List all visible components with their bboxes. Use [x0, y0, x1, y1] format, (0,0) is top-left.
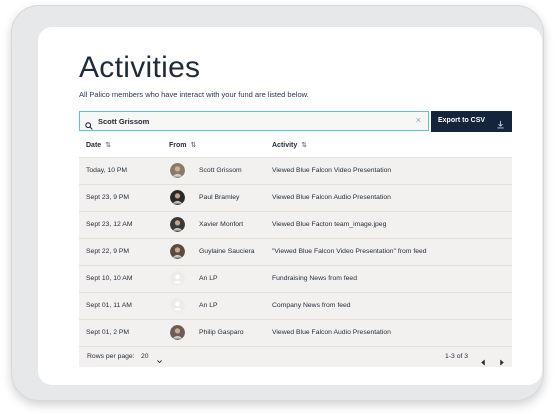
table-row[interactable]: Today, 10 PM Scott Grissom Viewed Blue Fal…: [79, 158, 512, 185]
cell-activity: Fundraising News from feed: [272, 275, 357, 282]
column-label-from: From: [169, 142, 187, 149]
cell-from: Philip Gasparo: [199, 329, 244, 336]
table-row[interactable]: Sept 22, 9 PM Guylaine Sauciera "Viewed Bl…: [79, 239, 512, 266]
cell-from: Scott Grissom: [199, 167, 242, 174]
cell-date: Sept 01, 2 PM: [86, 329, 130, 336]
table-header: Date ⇅ From ⇅ Activity ⇅: [79, 133, 512, 158]
search-input[interactable]: Scott Grissom ×: [79, 111, 429, 131]
table-row[interactable]: Sept 10, 10 AM An LP Fundraising News from…: [79, 266, 512, 293]
chevron-left-icon[interactable]: [480, 353, 486, 371]
cell-date: Sept 22, 9 PM: [86, 248, 130, 255]
table-row[interactable]: Sept 23, 9 PM Paul Bramley Viewed Blue Fal…: [79, 185, 512, 212]
avatar: [170, 217, 185, 232]
table-row[interactable]: Sept 23, 12 AM Xavier Monfort Viewed Blue …: [79, 212, 512, 239]
avatar: [170, 190, 185, 205]
rows-per-page-label: Rows per page:: [87, 353, 135, 360]
rows-per-page-select[interactable]: 20: [141, 353, 149, 360]
avatar: [170, 325, 185, 340]
sort-icon[interactable]: ⇅: [105, 142, 111, 149]
chevron-down-icon[interactable]: [156, 352, 163, 370]
cell-date: Sept 10, 10 AM: [86, 275, 133, 282]
column-header-from[interactable]: From ⇅: [169, 141, 196, 149]
table-row[interactable]: Sept 01, 2 PM Philip Gasparo Viewed Blue F…: [79, 320, 512, 347]
column-header-activity[interactable]: Activity ⇅: [272, 141, 307, 149]
avatar: [170, 163, 185, 178]
export-csv-label: Export to CSV: [438, 117, 486, 124]
sort-icon[interactable]: ⇅: [301, 142, 307, 149]
cell-from: Xavier Monfort: [199, 221, 244, 228]
cell-activity: Viewed Blue Falcon Video Presentation: [272, 167, 392, 174]
column-label-date: Date: [86, 142, 102, 149]
avatar: [170, 271, 185, 286]
cell-activity: Company News from feed: [272, 302, 351, 309]
search-value[interactable]: Scott Grissom: [98, 117, 149, 126]
close-icon[interactable]: ×: [416, 115, 421, 125]
cell-date: Today, 10 PM: [86, 167, 128, 174]
column-label-activity: Activity: [272, 142, 298, 149]
column-header-date[interactable]: Date ⇅: [86, 141, 111, 149]
cell-date: Sept 23, 12 AM: [86, 221, 133, 228]
export-csv-button[interactable]: Export to CSV: [431, 111, 512, 132]
avatar: [170, 244, 185, 259]
download-icon: [496, 116, 505, 134]
cell-from: An LP: [199, 302, 218, 309]
cell-date: Sept 01, 11 AM: [86, 302, 132, 309]
cell-from: Guylaine Sauciera: [199, 248, 255, 255]
cell-date: Sept 23, 9 PM: [86, 194, 130, 201]
table-body: Today, 10 PM Scott Grissom Viewed Blue Fal…: [79, 158, 512, 347]
cell-activity: Viewed Blue Facton team_image.jpeg: [272, 221, 387, 228]
chevron-right-icon[interactable]: [499, 353, 505, 371]
table-footer: Rows per page: 20 1-3 of 3: [79, 347, 512, 367]
page-subtitle: All Palico members who have interact wit…: [79, 90, 309, 99]
tablet-screen: Activities All Palico members who have i…: [38, 27, 542, 385]
table-row[interactable]: Sept 01, 11 AM An LP Company News from fee…: [79, 293, 512, 320]
cell-activity: Viewed Blue Falcon Audio Presentation: [272, 329, 391, 336]
cell-from: An LP: [199, 275, 218, 282]
cell-from: Paul Bramley: [199, 194, 240, 201]
cell-activity: Viewed Blue Falcon Audio Presentation: [272, 194, 391, 201]
page-title: Activities: [79, 51, 201, 84]
pagination-range: 1-3 of 3: [445, 353, 469, 360]
cell-activity: "Viewed Blue Falcon Video Presentation" …: [272, 248, 427, 255]
activities-table: Date ⇅ From ⇅ Activity ⇅ Today, 10 PM Scott …: [79, 133, 512, 367]
tablet-frame: Activities All Palico members who have i…: [11, 5, 544, 401]
avatar: [170, 298, 185, 313]
sort-icon[interactable]: ⇅: [191, 142, 197, 149]
